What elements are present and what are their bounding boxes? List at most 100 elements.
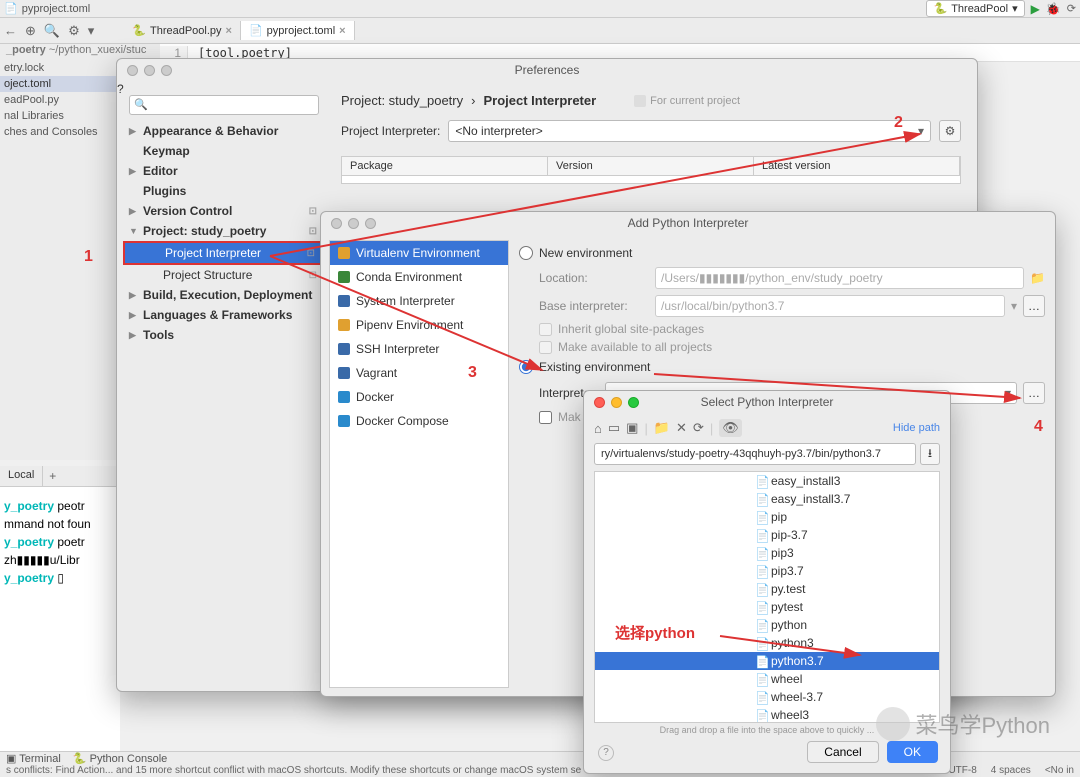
close-icon[interactable]: × [226,25,232,37]
run-config-selector[interactable]: 🐍 ThreadPool ▾ [926,0,1024,17]
sync-icon[interactable]: ⊕ [25,23,36,39]
sidebar-item[interactable]: nal Libraries [0,108,120,124]
existing-environment-label: Existing environment [539,360,650,374]
settings-tree-item[interactable]: ▶Languages & Frameworks [123,305,323,325]
settings-tree-item[interactable]: Project Structure⊡ [123,265,323,285]
home-icon[interactable]: ⌂ [594,421,602,436]
file-list-item[interactable]: 📄easy_install3.7 [595,490,939,508]
close-icon[interactable]: × [339,25,345,37]
interpreter-type-item[interactable]: Docker [330,385,508,409]
file-list[interactable]: 选择python 📄easy_install3📄easy_install3.7📄… [594,471,940,723]
col-latest[interactable]: Latest version [754,157,960,175]
settings-tree-item[interactable]: Project Interpreter⊡ [123,241,323,265]
make-label: Mak [558,410,581,424]
run-icon[interactable]: ▶ [1031,2,1040,16]
encoding[interactable]: UTF-8 [948,765,976,777]
settings-tree-item[interactable]: ▼Project: study_poetry⊡ [123,221,323,241]
sidebar-item[interactable]: oject.toml [0,76,120,92]
tab-pyproject[interactable]: 📄 pyproject.toml × [241,21,355,40]
new-environment-radio[interactable] [519,246,533,260]
col-package[interactable]: Package [342,157,548,175]
file-list-item[interactable]: 📄pip3 [595,544,939,562]
find-icon[interactable]: 🔍 [44,23,60,39]
settings-tree-item[interactable]: ▶Build, Execution, Deployment [123,285,323,305]
chevron-icon[interactable]: ▾ [88,23,95,39]
project-icon[interactable]: ▣ [626,420,638,436]
file-list-item[interactable]: 📄wheel-3.7 [595,688,939,706]
make-available-checkbox[interactable] [539,341,552,354]
make-checkbox-2[interactable] [539,411,552,424]
path-input[interactable]: ry/virtualenvs/study-poetry-43qqhuyh-py3… [594,443,916,465]
help-icon[interactable]: ? [598,745,614,761]
sidebar-item[interactable]: ches and Consoles [0,124,120,140]
base-interpreter-input[interactable] [655,295,1005,317]
interpreter-type-list[interactable]: Virtualenv EnvironmentConda EnvironmentS… [329,240,509,688]
settings-tree-item[interactable]: Plugins [123,181,323,201]
desktop-icon[interactable]: ▭ [608,420,620,436]
interpreter-type-item[interactable]: Docker Compose [330,409,508,433]
sidebar-item[interactable]: eadPool.py [0,92,120,108]
python-console-tool[interactable]: 🐍 Python Console [73,752,167,765]
col-version[interactable]: Version [548,157,754,175]
file-list-item[interactable]: 📄pip3.7 [595,562,939,580]
file-list-item[interactable]: 📄pytest [595,598,939,616]
search-icon: 🔍 [134,99,148,111]
indent[interactable]: 4 spaces [991,765,1031,777]
debug-icon[interactable]: 🐞 [1046,2,1061,16]
file-icon: 📄 [755,529,767,541]
file-list-item[interactable]: 📄wheel [595,670,939,688]
dialog-title: Add Python Interpreter [321,216,1055,230]
more-icon[interactable]: ⟳ [1067,2,1076,15]
hide-path-link[interactable]: Hide path [893,422,940,434]
inherit-checkbox[interactable] [539,323,552,336]
add-terminal-icon[interactable]: + [43,466,62,486]
location-input[interactable] [655,267,1024,289]
interpreter-type-item[interactable]: Conda Environment [330,265,508,289]
terminal-tab-local[interactable]: Local [0,466,43,486]
interpreter-type-item[interactable]: Pipenv Environment [330,313,508,337]
file-icon: 📄 [755,709,767,721]
existing-environment-radio[interactable] [519,360,533,374]
settings-tree[interactable]: ▶Appearance & BehaviorKeymap▶EditorPlugi… [123,121,323,345]
annotation-3: 3 [468,364,477,382]
settings-tree-item[interactable]: ▶Tools [123,325,323,345]
sidebar-item[interactable]: etry.lock [0,60,120,76]
file-list-item[interactable]: 📄pip-3.7 [595,526,939,544]
ok-button[interactable]: OK [887,741,938,763]
settings-search[interactable]: 🔍 [129,95,319,115]
terminal-tool[interactable]: ▣ Terminal [6,752,61,765]
new-folder-icon[interactable]: 📁 [654,420,670,436]
back-icon[interactable]: ← [4,23,17,39]
interpreter-type-item[interactable]: Virtualenv Environment [330,241,508,265]
interpreter-dropdown[interactable]: <No interpreter> ▾ [448,120,931,142]
show-hidden-icon[interactable]: 👁 [719,419,742,437]
make-available-label: Make available to all projects [558,340,712,354]
settings-tree-item[interactable]: ▶Version Control⊡ [123,201,323,221]
file-icon: 📄 [755,691,767,703]
file-list-item[interactable]: 📄pip [595,508,939,526]
ide-titlebar: 📄 pyproject.toml 🐍 ThreadPool ▾ ▶ 🐞 ⟳ [0,0,1080,18]
delete-icon[interactable]: ✕ [676,420,687,436]
download-icon[interactable]: ⭳ [920,443,940,465]
file-icon: 📄 [249,24,263,37]
refresh-icon[interactable]: ⟳ [693,420,704,436]
settings-icon[interactable]: ⚙ [68,23,80,39]
terminal-body[interactable]: y_poetry peotrmmand not founy_poetry poe… [0,487,120,597]
cancel-button[interactable]: Cancel [807,741,878,763]
settings-tree-item[interactable]: ▶Editor [123,161,323,181]
tab-threadpool[interactable]: 🐍 ThreadPool.py × [124,21,241,40]
status-interpreter[interactable]: <No in [1045,765,1074,777]
interpreter-type-item[interactable]: Vagrant [330,361,508,385]
browse-button[interactable]: … [1023,382,1045,404]
settings-tree-item[interactable]: Keymap [123,141,323,161]
interpreter-type-item[interactable]: System Interpreter [330,289,508,313]
file-icon: 📄 [755,601,767,613]
folder-icon[interactable]: 📁 [1030,271,1045,285]
settings-tree-item[interactable]: ▶Appearance & Behavior [123,121,323,141]
browse-button[interactable]: … [1023,295,1045,317]
gear-button[interactable]: ⚙ [939,120,961,142]
file-list-item[interactable]: 📄python3.7 [595,652,939,670]
file-list-item[interactable]: 📄easy_install3 [595,472,939,490]
file-list-item[interactable]: 📄py.test [595,580,939,598]
interpreter-type-item[interactable]: SSH Interpreter [330,337,508,361]
